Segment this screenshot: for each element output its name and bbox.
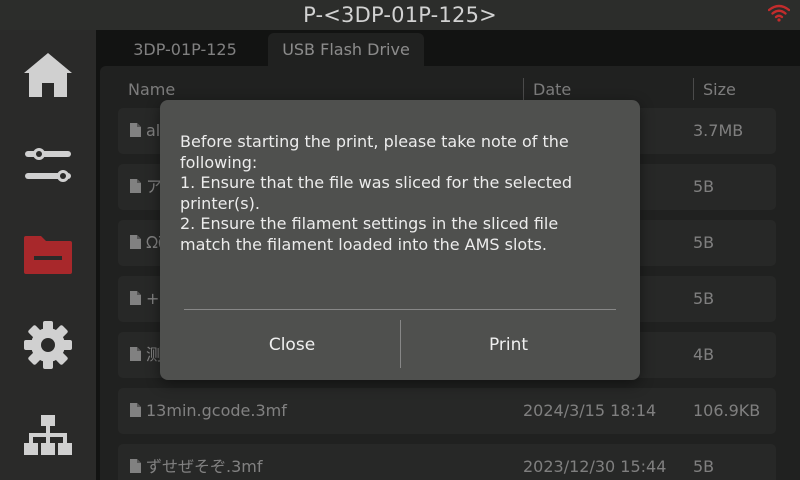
dialog-message-line: match the filament loaded into the AMS s… [180,234,547,254]
dialog-message: Before starting the print, please take n… [180,132,610,255]
close-button[interactable]: Close [184,310,400,380]
dialog-message-line: 2. Ensure the filament settings in the s… [180,214,559,233]
title-bar: P-<3DP-01P-125> [0,0,800,30]
home-icon [24,53,72,97]
print-confirm-dialog: Before starting the print, please take n… [160,100,640,380]
dialog-message-line: printer(s). [180,193,260,213]
folder-icon [24,236,72,274]
dialog-message-line: 1. Ensure that the file was sliced for t… [180,173,572,192]
sidebar-item-sliders[interactable] [0,120,96,210]
sidebar-item-files[interactable] [0,210,96,300]
sidebar [0,30,96,480]
sidebar-item-network[interactable] [0,390,96,480]
print-button[interactable]: Print [401,310,616,380]
network-icon [24,415,72,455]
sliders-icon [25,148,71,182]
page-title: P-<3DP-01P-125> [303,3,497,27]
dialog-message-line: following: [180,152,258,172]
wifi-icon [768,4,790,22]
sidebar-item-home[interactable] [0,30,96,120]
gear-icon [24,321,72,369]
dialog-message-line: Before starting the print, please take n… [180,132,569,151]
sidebar-item-system-settings[interactable] [0,300,96,390]
